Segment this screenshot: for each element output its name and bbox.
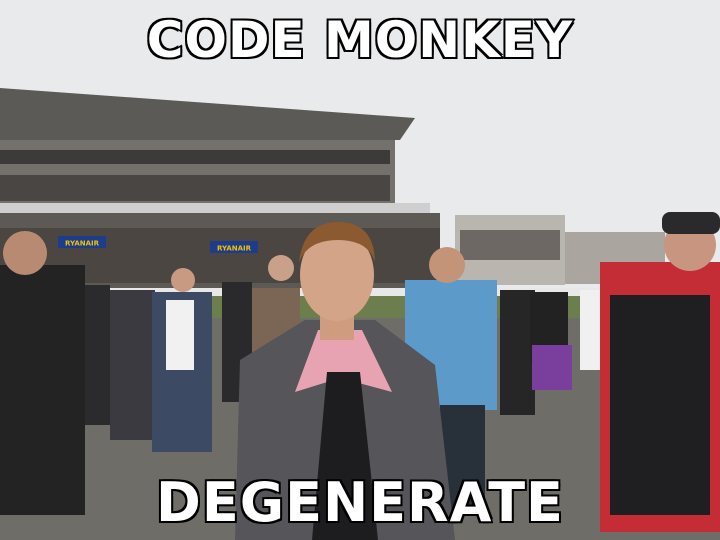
banner-left-text: RYANAIR	[65, 240, 100, 248]
crowd-row	[0, 150, 390, 164]
top-caption: CODE MONKEY	[145, 10, 574, 71]
crowd-row	[0, 175, 390, 201]
meme-image: RYANAIR RYANAIR CODE MONKEY DEGENERATE	[0, 0, 720, 540]
side-stand-crowd	[460, 230, 560, 260]
grandstand-balcony	[0, 203, 430, 213]
photo-scene: RYANAIR RYANAIR	[0, 0, 720, 540]
bottom-caption: DEGENERATE	[155, 470, 565, 535]
banner-right-text: RYANAIR	[217, 245, 252, 253]
